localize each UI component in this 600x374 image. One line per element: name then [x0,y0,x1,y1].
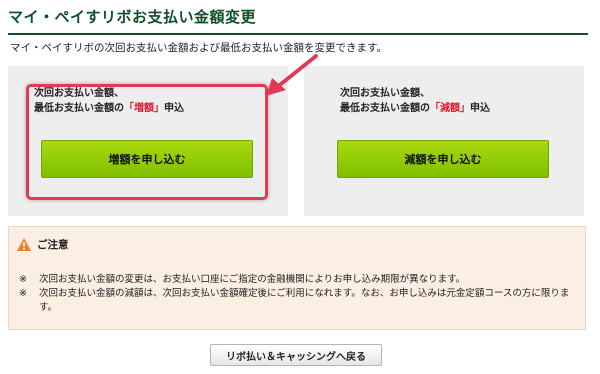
notice-item: ※ 次回お支払い金額の変更は、お支払い口座にご指定の金融機関によりお申し込み期限… [19,273,575,287]
decrease-highlight: 「減額」 [430,103,470,114]
decrease-line2-suffix: 申込 [470,103,490,114]
annotation-arrow-icon [266,54,318,96]
intro-text: マイ・ペイすリボの次回お支払い金額および最低お支払い金額を変更できます。 [10,42,387,54]
back-to-revolving-button[interactable]: リボ払い＆キャッシングへ戻る [210,344,382,366]
notice-heading-text: ご注意 [37,239,69,251]
annotation-highlight-box [26,84,268,200]
decrease-description: 次回お支払い金額、 最低お支払い金額の「減額」申込 [340,86,490,116]
note-text: 次回お支払い金額の変更は、お支払い口座にご指定の金融機関によりお申し込み期限が異… [39,274,466,285]
warning-icon [17,238,31,251]
notice-heading: ご注意 [17,237,69,252]
decrease-button[interactable]: 減額を申し込む [337,140,549,178]
note-text: 次回お支払い金額の減額は、次回お支払い金額確定後にご利用になれます。なお、お申し… [39,288,570,313]
page-title: マイ・ペイすリボお支払い金額変更 [8,6,588,35]
note-mark: ※ [19,274,27,285]
notice-box: ご注意 ※ 次回お支払い金額の変更は、お支払い口座にご指定の金融機関によりお申し… [8,226,586,330]
decrease-panel: 次回お支払い金額、 最低お支払い金額の「減額」申込 減額を申し込む [304,66,584,216]
decrease-line1: 次回お支払い金額、 [340,88,430,99]
note-mark: ※ [19,288,27,299]
notice-item: ※ 次回お支払い金額の減額は、次回お支払い金額確定後にご利用になれます。なお、お… [19,287,575,315]
notice-list: ※ 次回お支払い金額の変更は、お支払い口座にご指定の金融機関によりお申し込み期限… [19,273,575,315]
decrease-line2-prefix: 最低お支払い金額の [340,103,430,114]
decrease-line2: 最低お支払い金額の「減額」申込 [340,101,490,116]
